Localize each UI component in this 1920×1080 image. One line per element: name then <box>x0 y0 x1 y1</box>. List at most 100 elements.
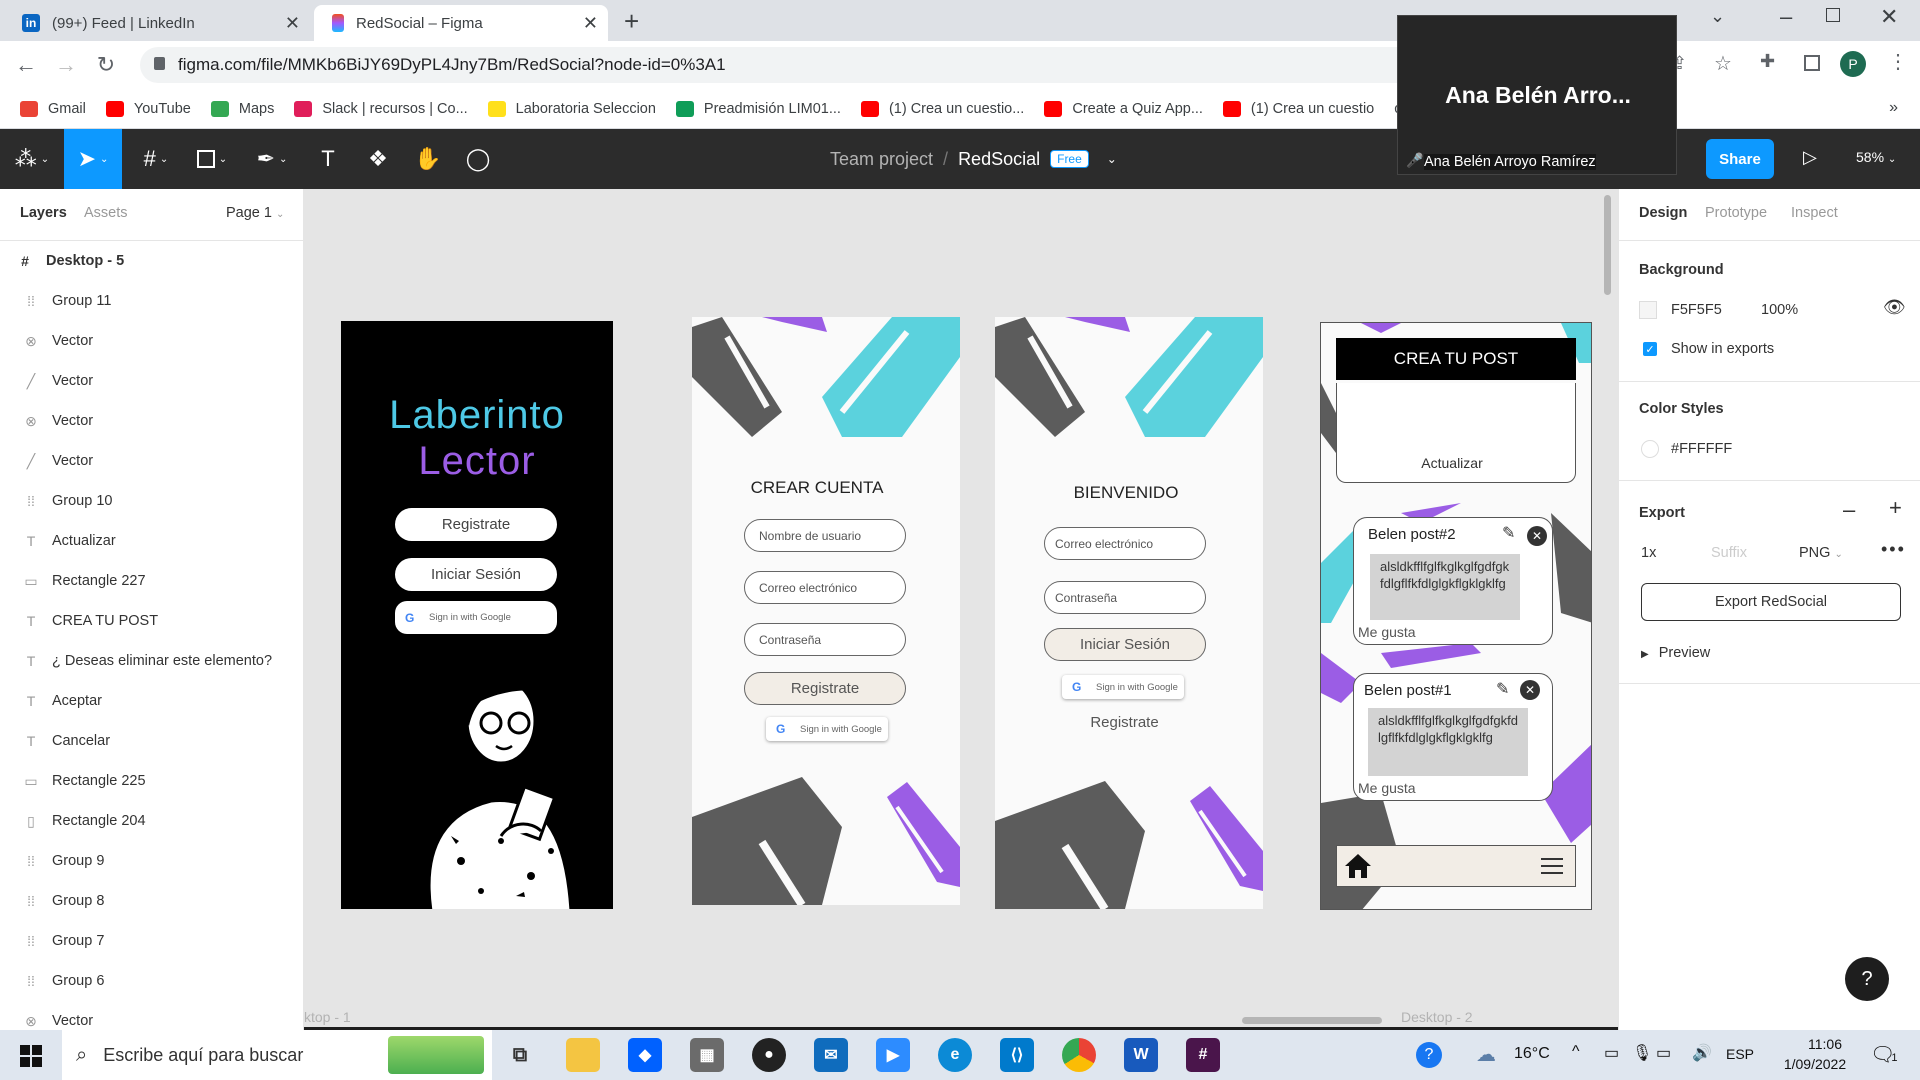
hamburger-menu-icon[interactable] <box>1541 858 1563 874</box>
like-button[interactable]: Me gusta <box>1358 624 1416 640</box>
present-icon[interactable]: ▷ <box>1803 147 1817 168</box>
tab-design[interactable]: Design <box>1639 205 1687 221</box>
tab-search-icon[interactable]: ⌄ <box>1710 6 1725 27</box>
frame-welcome[interactable]: BIENVENIDO Correo electrónico Contraseña… <box>995 317 1263 909</box>
clock-date[interactable]: 1/09/2022 <box>1770 1056 1860 1072</box>
password-field[interactable]: Contraseña <box>744 623 906 656</box>
language-indicator[interactable]: ESP <box>1726 1046 1754 1062</box>
move-tool-icon[interactable]: ➤ ⌄ <box>64 129 122 189</box>
layer-row[interactable]: ▭ Rectangle 227 <box>0 561 304 601</box>
layer-row[interactable]: ⁞⁞ Group 7 <box>0 921 304 961</box>
close-icon[interactable]: ✕ <box>1527 526 1547 546</box>
frame-tool-icon[interactable]: # ⌄ <box>134 129 178 189</box>
avatar[interactable]: P <box>1840 51 1866 77</box>
export-scale[interactable]: 1x <box>1641 545 1656 561</box>
shape-tool-icon[interactable]: ⌄ <box>190 129 234 189</box>
text-tool-icon[interactable]: T <box>306 129 350 189</box>
register-link[interactable]: Registrate <box>995 714 1254 731</box>
layer-row[interactable]: # Desktop - 5 <box>0 241 304 281</box>
close-icon[interactable]: ✕ <box>1520 680 1540 700</box>
layer-row[interactable]: ⁞⁞ Group 8 <box>0 881 304 921</box>
file-explorer-icon[interactable] <box>566 1038 600 1072</box>
remove-export-icon[interactable]: – <box>1843 497 1855 523</box>
vscode-icon[interactable]: ⟨⟩ <box>1000 1038 1034 1072</box>
google-signin-button[interactable]: G Sign in with Google <box>766 717 888 741</box>
export-button[interactable]: Export RedSocial <box>1641 583 1901 621</box>
bookmark-item[interactable]: Create a Quiz App... <box>1044 100 1203 117</box>
taskbar-search[interactable]: ⌕ Escribe aquí para buscar <box>62 1030 492 1080</box>
register-button[interactable]: Registrate <box>744 672 906 705</box>
hand-tool-icon[interactable]: ✋ <box>406 129 450 189</box>
layer-row[interactable]: ⊗ Vector <box>0 401 304 441</box>
share-button[interactable]: Share <box>1706 139 1774 179</box>
color-style-value[interactable]: #FFFFFF <box>1671 441 1732 457</box>
comment-icon[interactable]: ◯ <box>456 129 500 189</box>
layer-row[interactable]: ╱ Vector <box>0 361 304 401</box>
minimize-icon[interactable]: – <box>1780 4 1792 30</box>
frame-feed[interactable]: CREA TU POST Actualizar Belen post#2 ✎ ✕… <box>1320 322 1592 910</box>
clock-time[interactable]: 11:06 <box>1790 1036 1860 1052</box>
home-icon[interactable] <box>1343 851 1373 881</box>
page-selector[interactable]: Page 1 ⌄ <box>226 205 284 221</box>
export-more-icon[interactable]: ••• <box>1881 539 1906 560</box>
export-suffix-input[interactable]: Suffix <box>1711 545 1747 561</box>
edit-icon[interactable]: ✎ <box>1496 679 1509 699</box>
login-button[interactable]: Iniciar Sesión <box>395 558 557 591</box>
layer-row[interactable]: T CREA TU POST <box>0 601 304 641</box>
battery-icon[interactable]: ▭ <box>1656 1043 1671 1063</box>
github-icon[interactable]: ● <box>752 1038 786 1072</box>
maximize-icon[interactable] <box>1826 8 1840 22</box>
layer-row[interactable]: ⁞⁞ Group 9 <box>0 841 304 881</box>
register-button[interactable]: Registrate <box>395 508 557 541</box>
bookmark-item[interactable]: Gmail <box>20 100 86 117</box>
layer-row[interactable]: T Actualizar <box>0 521 304 561</box>
help-tray-icon[interactable]: ? <box>1416 1042 1442 1068</box>
word-icon[interactable]: W <box>1124 1038 1158 1072</box>
edit-icon[interactable]: ✎ <box>1502 523 1515 543</box>
close-tab-icon[interactable]: ✕ <box>285 13 300 34</box>
close-window-icon[interactable]: ✕ <box>1880 4 1898 30</box>
network-icon[interactable]: ▭ <box>1604 1043 1619 1063</box>
reload-icon[interactable]: ↻ <box>92 51 120 79</box>
sidebar-icon[interactable] <box>1804 55 1820 71</box>
tab-prototype[interactable]: Prototype <box>1705 205 1767 221</box>
layer-row[interactable]: ⁞⁞ Group 10 <box>0 481 304 521</box>
background-hex[interactable]: F5F5F5 <box>1671 302 1722 318</box>
notifications-icon[interactable]: 🗨1 <box>1870 1042 1898 1067</box>
password-field[interactable]: Contraseña <box>1044 581 1206 614</box>
username-field[interactable]: Nombre de usuario <box>744 519 906 552</box>
tab-layers[interactable]: Layers <box>20 205 67 221</box>
help-button[interactable]: ? <box>1845 957 1889 1001</box>
team-name[interactable]: Team project <box>830 149 933 170</box>
layer-row[interactable]: ▭ Rectangle 225 <box>0 761 304 801</box>
like-button[interactable]: Me gusta <box>1358 780 1416 796</box>
zoom-level[interactable]: 58% ⌄ <box>1856 149 1896 165</box>
tab-assets[interactable]: Assets <box>84 205 128 221</box>
file-name[interactable]: RedSocial <box>958 149 1040 170</box>
layer-row[interactable]: ⁞⁞ Group 6 <box>0 961 304 1001</box>
bookmark-item[interactable]: (1) Crea un cuestio... <box>860 100 1024 117</box>
google-signin-button[interactable]: G Sign in with Google <box>395 601 557 634</box>
bookmark-item[interactable]: Preadmisión LIM01... <box>675 100 841 117</box>
add-export-icon[interactable]: + <box>1889 495 1902 521</box>
layer-row[interactable]: ⊗ Vector <box>0 321 304 361</box>
layer-row[interactable]: ▯ Rectangle 204 <box>0 801 304 841</box>
windows-start-icon[interactable] <box>20 1045 42 1067</box>
layer-row[interactable]: T Aceptar <box>0 681 304 721</box>
tab-linkedin[interactable]: in (99+) Feed | LinkedIn ✕ <box>10 5 310 41</box>
layer-row[interactable]: T ¿ Deseas eliminar este elemento? <box>0 641 304 681</box>
email-field[interactable]: Correo electrónico <box>1044 527 1206 560</box>
vertical-scrollbar[interactable] <box>1604 195 1611 295</box>
bookmark-item[interactable]: (1) Crea un cuestio <box>1222 100 1374 117</box>
preview-toggle[interactable]: ▶ Preview <box>1641 645 1710 661</box>
bookmark-item[interactable]: Maps <box>210 100 274 117</box>
color-style-swatch[interactable] <box>1641 440 1659 458</box>
store-icon[interactable]: ▦ <box>690 1038 724 1072</box>
tab-figma[interactable]: RedSocial – Figma ✕ <box>314 5 608 41</box>
horizontal-scrollbar[interactable] <box>1242 1017 1382 1024</box>
microphone-icon[interactable]: 🎙 <box>1632 1043 1652 1063</box>
close-tab-icon[interactable]: ✕ <box>583 13 598 34</box>
chrome-icon[interactable] <box>1062 1038 1096 1072</box>
pen-tool-icon[interactable]: ✒ ⌄ <box>250 129 294 189</box>
eye-icon[interactable]: 👁 <box>1883 297 1906 318</box>
